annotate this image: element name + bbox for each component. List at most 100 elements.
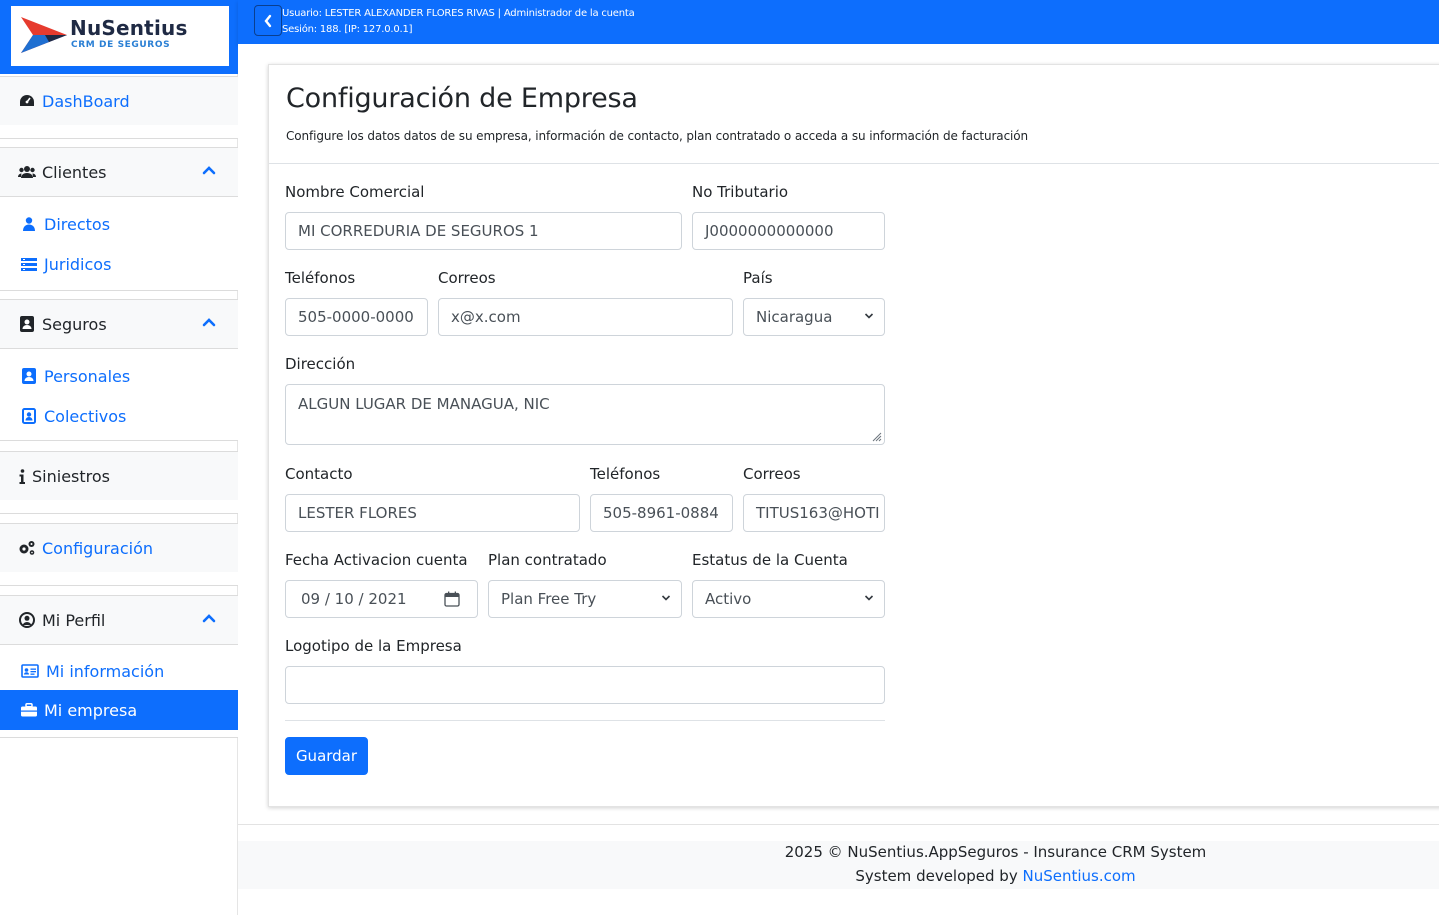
nombre-comercial-input[interactable]: MI CORREDURIA DE SEGUROS 1 bbox=[285, 212, 682, 250]
estatus-select[interactable]: Activo bbox=[692, 580, 885, 618]
sidebar-item-directos[interactable]: Directos bbox=[0, 204, 238, 244]
fecha-activacion-value: 09 / 10 / 2021 bbox=[301, 590, 407, 608]
calendar-icon[interactable] bbox=[444, 591, 460, 607]
contacto-telefonos-label: Teléfonos bbox=[590, 465, 661, 483]
sidebar-section-label: Mi Perfil bbox=[42, 610, 106, 630]
footer-developed: System developed by NuSentius.com bbox=[238, 867, 1439, 885]
chevron-down-icon bbox=[864, 313, 874, 319]
contacto-label: Contacto bbox=[285, 465, 353, 483]
telefonos-input[interactable]: 505-0000-0000 bbox=[285, 298, 428, 336]
sidebar: NuSentius CRM DE SEGUROS DashBoard Clien… bbox=[0, 0, 238, 915]
sidebar-item-label: Colectivos bbox=[44, 406, 127, 426]
telefonos-label: Teléfonos bbox=[285, 269, 356, 287]
sidebar-section-mi-perfil[interactable]: Mi Perfil bbox=[0, 595, 238, 645]
sidebar-group-seguros: Personales Colectivos bbox=[0, 349, 238, 441]
session-info-text: Sesión: 188. [IP: 127.0.0.1] bbox=[282, 24, 413, 35]
save-button[interactable]: Guardar bbox=[285, 737, 368, 775]
divider bbox=[285, 720, 885, 721]
divider bbox=[269, 163, 1439, 164]
sidebar-section-clientes[interactable]: Clientes bbox=[0, 147, 238, 197]
sidebar-item-label: DashBoard bbox=[42, 91, 130, 111]
sidebar-group-mi-perfil: Mi información Mi empresa bbox=[0, 645, 238, 738]
logotipo-label: Logotipo de la Empresa bbox=[285, 637, 462, 655]
resize-handle-icon[interactable] bbox=[870, 430, 882, 442]
fecha-activacion-label: Fecha Activacion cuenta bbox=[285, 551, 468, 569]
sidebar-item-label: Configuración bbox=[42, 538, 154, 558]
sidebar-section-label: Clientes bbox=[42, 162, 107, 182]
sidebar-item-colectivos[interactable]: Colectivos bbox=[0, 396, 238, 436]
portrait-box-icon bbox=[20, 407, 38, 425]
logo-mark-icon bbox=[21, 17, 67, 53]
logotipo-file-input[interactable] bbox=[285, 666, 885, 704]
sidebar-section-seguros[interactable]: Seguros bbox=[0, 299, 238, 349]
brand-logo[interactable]: NuSentius CRM DE SEGUROS bbox=[11, 6, 229, 66]
dashboard-icon bbox=[18, 92, 36, 110]
sidebar-item-dashboard[interactable]: DashBoard bbox=[0, 76, 238, 126]
info-icon bbox=[18, 467, 26, 485]
pais-select[interactable]: Nicaragua bbox=[743, 298, 885, 336]
nombre-comercial-label: Nombre Comercial bbox=[285, 183, 425, 201]
sidebar-item-configuracion[interactable]: Configuración bbox=[0, 523, 238, 573]
sidebar-spacer bbox=[0, 500, 238, 514]
brand-tagline: CRM DE SEGUROS bbox=[71, 40, 171, 50]
user-info-text: Usuario: LESTER ALEXANDER FLORES RIVAS |… bbox=[282, 8, 635, 19]
sidebar-section-label: Seguros bbox=[42, 314, 107, 334]
user-circle-icon bbox=[18, 611, 36, 629]
estatus-selected-value: Activo bbox=[705, 590, 752, 608]
contacto-telefonos-input[interactable]: 505-8961-0884 bbox=[590, 494, 733, 532]
portrait-icon bbox=[20, 367, 38, 385]
sidebar-item-juridicos[interactable]: Juridicos bbox=[0, 244, 238, 284]
sidebar-item-siniestros[interactable]: Siniestros bbox=[0, 451, 238, 501]
sidebar-toggle-button[interactable] bbox=[254, 5, 282, 36]
id-card-icon bbox=[20, 662, 40, 680]
plan-label: Plan contratado bbox=[488, 551, 607, 569]
chevron-down-icon bbox=[661, 595, 671, 601]
sidebar-group-clientes: Directos Juridicos bbox=[0, 197, 238, 291]
footer-developer-link[interactable]: NuSentius.com bbox=[1022, 867, 1135, 885]
chevron-up-icon[interactable] bbox=[202, 165, 216, 175]
sidebar-item-label: Mi empresa bbox=[44, 700, 138, 720]
contact-book-icon bbox=[18, 315, 36, 333]
page-description: Configure los datos datos de su empresa,… bbox=[286, 129, 1029, 143]
logo-area: NuSentius CRM DE SEGUROS bbox=[0, 0, 238, 74]
estatus-label: Estatus de la Cuenta bbox=[692, 551, 848, 569]
correos-label: Correos bbox=[438, 269, 496, 287]
footer-copyright: 2025 © NuSentius.AppSeguros - Insurance … bbox=[784, 843, 1207, 861]
sidebar-item-mi-informacion[interactable]: Mi información bbox=[0, 651, 238, 691]
direccion-textarea[interactable]: ALGUN LUGAR DE MANAGUA, NIC bbox=[285, 384, 885, 445]
fecha-activacion-input[interactable]: 09 / 10 / 2021 bbox=[285, 580, 478, 618]
sidebar-spacer bbox=[0, 572, 238, 586]
footer-divider bbox=[238, 824, 1439, 825]
users-icon bbox=[18, 163, 36, 181]
plan-select[interactable]: Plan Free Try bbox=[488, 580, 682, 618]
chevron-down-icon bbox=[864, 595, 874, 601]
plan-selected-value: Plan Free Try bbox=[501, 590, 597, 608]
sidebar-item-personales[interactable]: Personales bbox=[0, 356, 238, 396]
sidebar-item-label: Siniestros bbox=[32, 466, 110, 486]
brand-name: NuSentius bbox=[70, 16, 188, 40]
sidebar-item-label: Mi información bbox=[46, 661, 165, 681]
gears-icon bbox=[18, 539, 36, 557]
session-info: Usuario: LESTER ALEXANDER FLORES RIVAS |… bbox=[282, 6, 635, 38]
contacto-correos-label: Correos bbox=[743, 465, 801, 483]
page-title: Configuración de Empresa bbox=[286, 83, 638, 114]
chevron-up-icon[interactable] bbox=[202, 613, 216, 623]
correos-input[interactable]: x@x.com bbox=[438, 298, 733, 336]
sidebar-item-label: Juridicos bbox=[44, 254, 112, 274]
pais-selected-value: Nicaragua bbox=[756, 308, 833, 326]
footer: 2025 © NuSentius.AppSeguros - Insurance … bbox=[238, 841, 1439, 889]
sidebar-item-label: Directos bbox=[44, 214, 111, 234]
top-bar: Usuario: LESTER ALEXANDER FLORES RIVAS |… bbox=[238, 0, 1439, 44]
chevron-up-icon[interactable] bbox=[202, 317, 216, 327]
sidebar-spacer bbox=[0, 125, 238, 139]
contacto-correos-input[interactable]: TITUS163@HOTI bbox=[743, 494, 885, 532]
sidebar-item-label: Personales bbox=[44, 366, 131, 386]
sidebar-item-mi-empresa[interactable]: Mi empresa bbox=[0, 690, 238, 730]
no-tributario-label: No Tributario bbox=[692, 183, 789, 201]
user-icon bbox=[20, 215, 38, 233]
briefcase-icon bbox=[20, 701, 38, 719]
list-icon bbox=[20, 255, 38, 273]
contacto-input[interactable]: LESTER FLORES bbox=[285, 494, 580, 532]
no-tributario-input[interactable]: J0000000000000 bbox=[692, 212, 885, 250]
direccion-value: ALGUN LUGAR DE MANAGUA, NIC bbox=[298, 395, 550, 413]
